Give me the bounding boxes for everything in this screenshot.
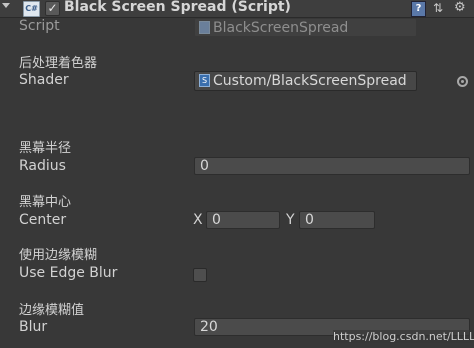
watermark: https://blog.csdn.net/LLLLL__ [333,330,474,343]
object-picker-icon[interactable] [457,76,468,87]
component-title: Black Screen Spread (Script) [64,0,291,15]
radius-label: Radius [19,158,66,174]
use-edge-blur-label: Use Edge Blur [19,265,118,281]
script-field: BlackScreenSpread [194,18,417,37]
blur-value-header: 边缘模糊值 [19,303,85,318]
component-header: C# ✓ Black Screen Spread (Script) ? ⇅ ⚙ [0,0,474,18]
edge-blur-header: 使用边缘模糊 [19,248,98,263]
help-icon[interactable]: ? [411,1,426,17]
center-x-input[interactable]: 0 [206,211,280,229]
shader-icon: S [199,74,210,87]
csharp-script-icon: C# [23,1,40,17]
center-label: Center [19,212,67,228]
shader-field[interactable]: S Custom/BlackScreenSpread [194,71,417,91]
use-edge-blur-checkbox[interactable] [193,268,207,282]
blur-label: Blur [19,319,48,335]
center-y-input[interactable]: 0 [299,211,375,229]
radius-header: 黑幕半径 [19,141,72,156]
radius-input[interactable]: 0 [194,157,470,175]
script-field-value: BlackScreenSpread [213,20,349,36]
foldout-arrow-icon[interactable] [2,3,10,8]
shader-label: Shader [19,72,69,88]
shader-field-value: Custom/BlackScreenSpread [213,73,407,89]
gear-icon[interactable]: ⚙ [454,1,472,15]
center-x-label: X [193,212,203,228]
postprocess-shader-header: 后处理着色器 [19,56,98,71]
component-enabled-checkbox[interactable]: ✓ [45,1,60,16]
script-label: Script [19,18,60,34]
center-y-label: Y [286,212,295,228]
center-header: 黑幕中心 [19,195,72,210]
script-file-icon [199,21,210,34]
preset-icon[interactable]: ⇅ [433,1,447,15]
